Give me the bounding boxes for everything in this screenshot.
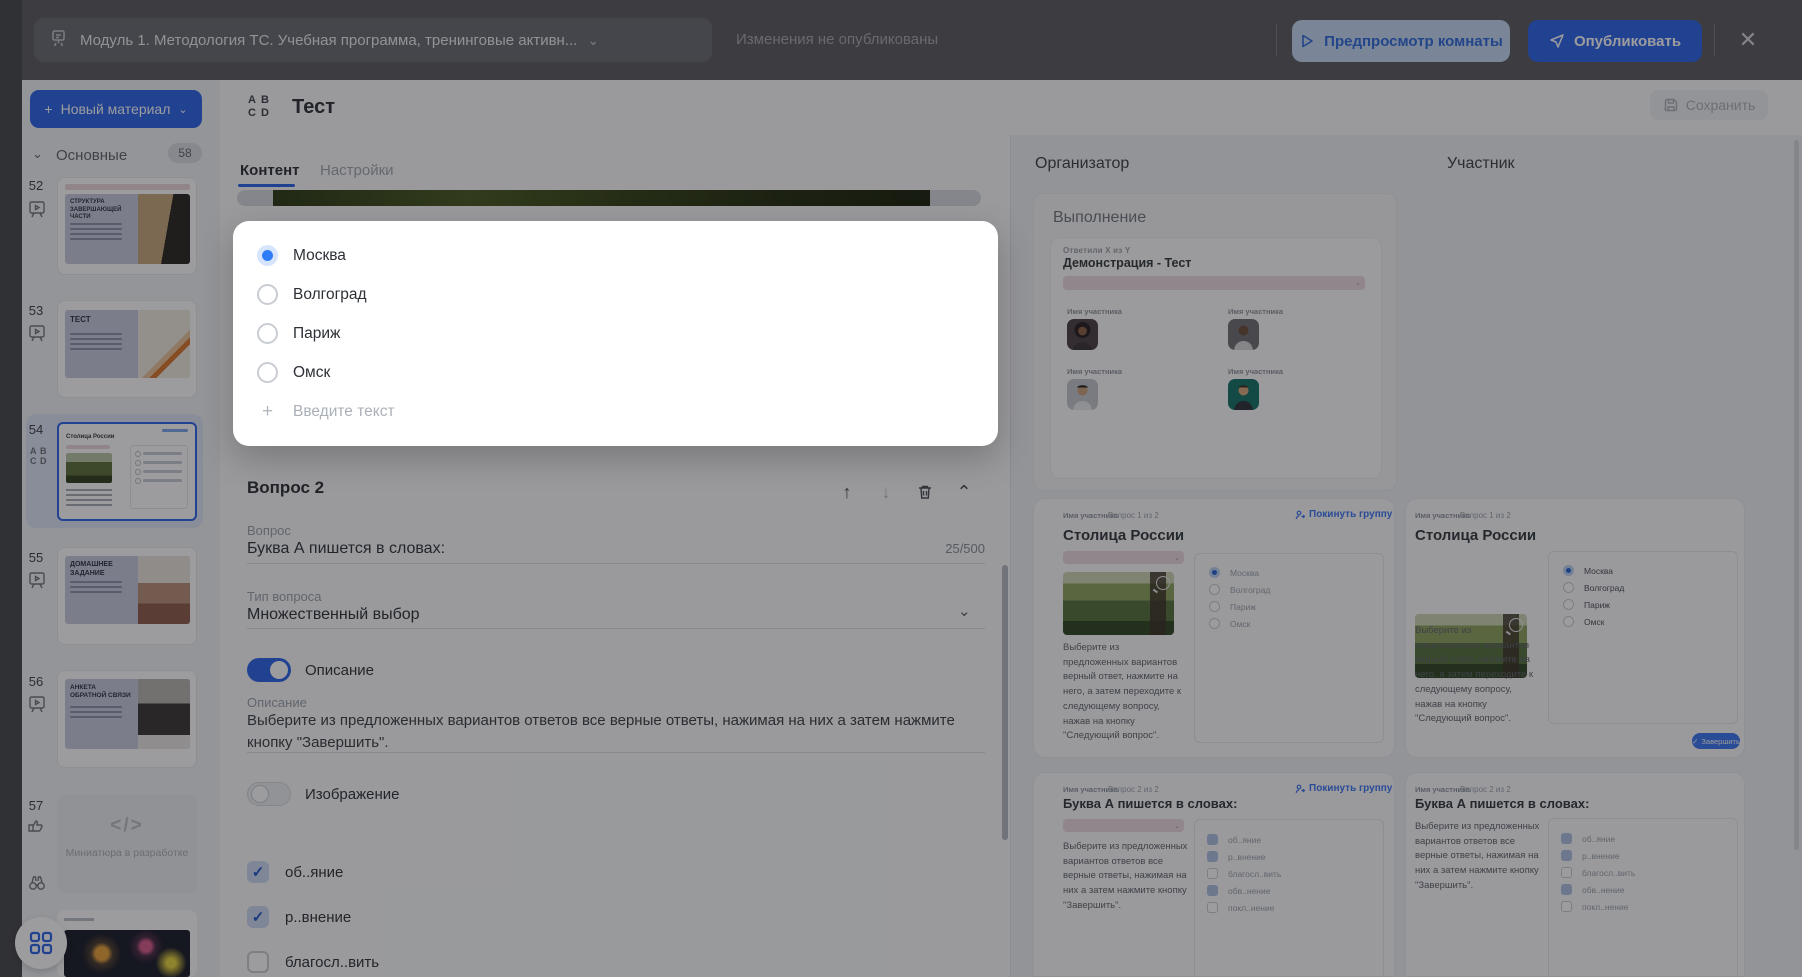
radio-selected-icon[interactable] [257,245,278,266]
modal-dim-overlay [0,0,1802,977]
option-label: Париж [293,324,341,342]
add-option-row[interactable]: + Введите текст [233,392,998,431]
option-row[interactable]: Волгоград [233,275,998,314]
radio-icon[interactable] [257,323,278,344]
option-label: Москва [293,246,346,264]
app-window: Модуль 1. Методология ТС. Учебная програ… [0,0,1802,977]
option-row[interactable]: Москва [233,236,998,275]
option-row[interactable]: Омск [233,353,998,392]
radio-icon[interactable] [257,284,278,305]
option-label: Омск [293,363,331,381]
option-row[interactable]: Париж [233,314,998,353]
radio-icon[interactable] [257,362,278,383]
plus-icon: + [261,400,274,422]
option-label: Волгоград [293,285,367,303]
add-option-placeholder: Введите текст [293,402,395,420]
answer-options-popup: Москва Волгоград Париж Омск + Введите те… [233,221,998,446]
